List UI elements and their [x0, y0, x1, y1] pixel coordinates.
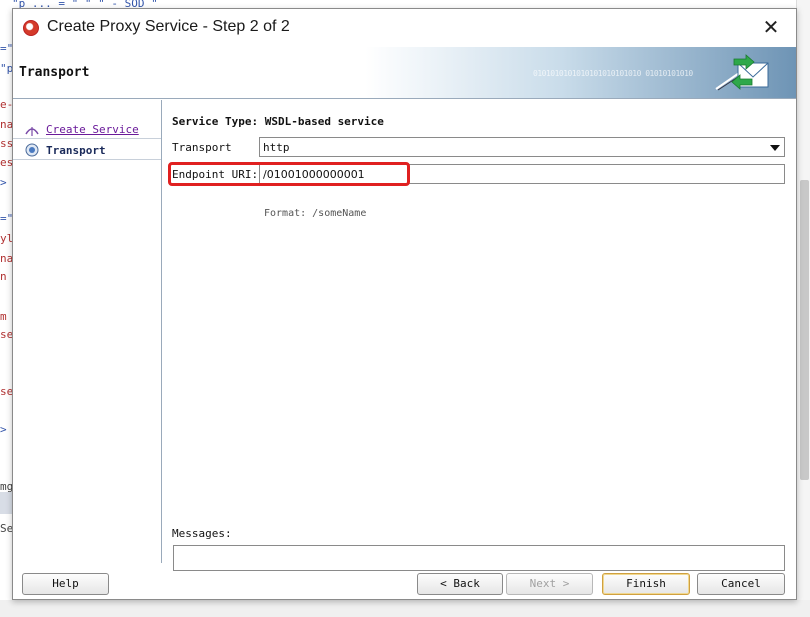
- close-icon[interactable]: ✕: [760, 15, 782, 39]
- proxy-service-envelope-icon: [715, 54, 769, 91]
- background-panel-strip: [0, 492, 12, 514]
- format-hint: Format: /someName: [264, 208, 367, 219]
- messages-label: Messages:: [172, 527, 232, 540]
- endpoint-uri-label: Endpoint URI:: [172, 168, 259, 181]
- wizard-header: Transport 0101010101010101010101010 0101…: [13, 47, 796, 99]
- back-button[interactable]: < Back: [417, 573, 503, 595]
- service-type-label: Service Type: WSDL-based service: [172, 115, 384, 128]
- completed-step-icon: [25, 127, 39, 136]
- binary-decoration: 0101010101010101010101010 01010101010: [533, 69, 693, 78]
- dialog-titlebar: Create Proxy Service - Step 2 of 2 ✕: [13, 9, 796, 47]
- background-editor: =" "p e- na ss es > =" yl na n m se se >…: [0, 0, 12, 617]
- help-button[interactable]: Help: [22, 573, 109, 595]
- dialog-title: Create Proxy Service - Step 2 of 2: [47, 18, 290, 35]
- oracle-app-icon: [23, 20, 39, 36]
- transport-select[interactable]: http: [259, 137, 785, 157]
- transport-selected-value: http: [263, 141, 290, 154]
- background-statusbar: [0, 600, 810, 617]
- create-proxy-service-dialog: Create Proxy Service - Step 2 of 2 ✕ Tra…: [12, 8, 797, 600]
- background-editor-top: "p ... = " " " - SOD ": [12, 0, 158, 8]
- transport-label: Transport: [172, 141, 232, 154]
- step-label: Transport: [46, 144, 106, 157]
- step-create-service[interactable]: Create Service: [13, 118, 161, 140]
- step-label: Create Service: [46, 123, 139, 136]
- messages-area[interactable]: [173, 545, 785, 571]
- finish-button[interactable]: Finish: [602, 573, 690, 595]
- step-transport[interactable]: Transport: [13, 138, 161, 160]
- current-step-icon: [25, 143, 39, 157]
- page-title: Transport: [19, 65, 90, 80]
- background-scrollbar[interactable]: [796, 0, 810, 617]
- wizard-steps-nav: Create Service Transport: [13, 100, 162, 563]
- next-button[interactable]: Next >: [506, 573, 593, 595]
- transport-form: Service Type: WSDL-based service Transpo…: [163, 100, 796, 571]
- chevron-down-icon: [770, 145, 780, 151]
- endpoint-uri-input[interactable]: [259, 164, 785, 184]
- cancel-button[interactable]: Cancel: [697, 573, 785, 595]
